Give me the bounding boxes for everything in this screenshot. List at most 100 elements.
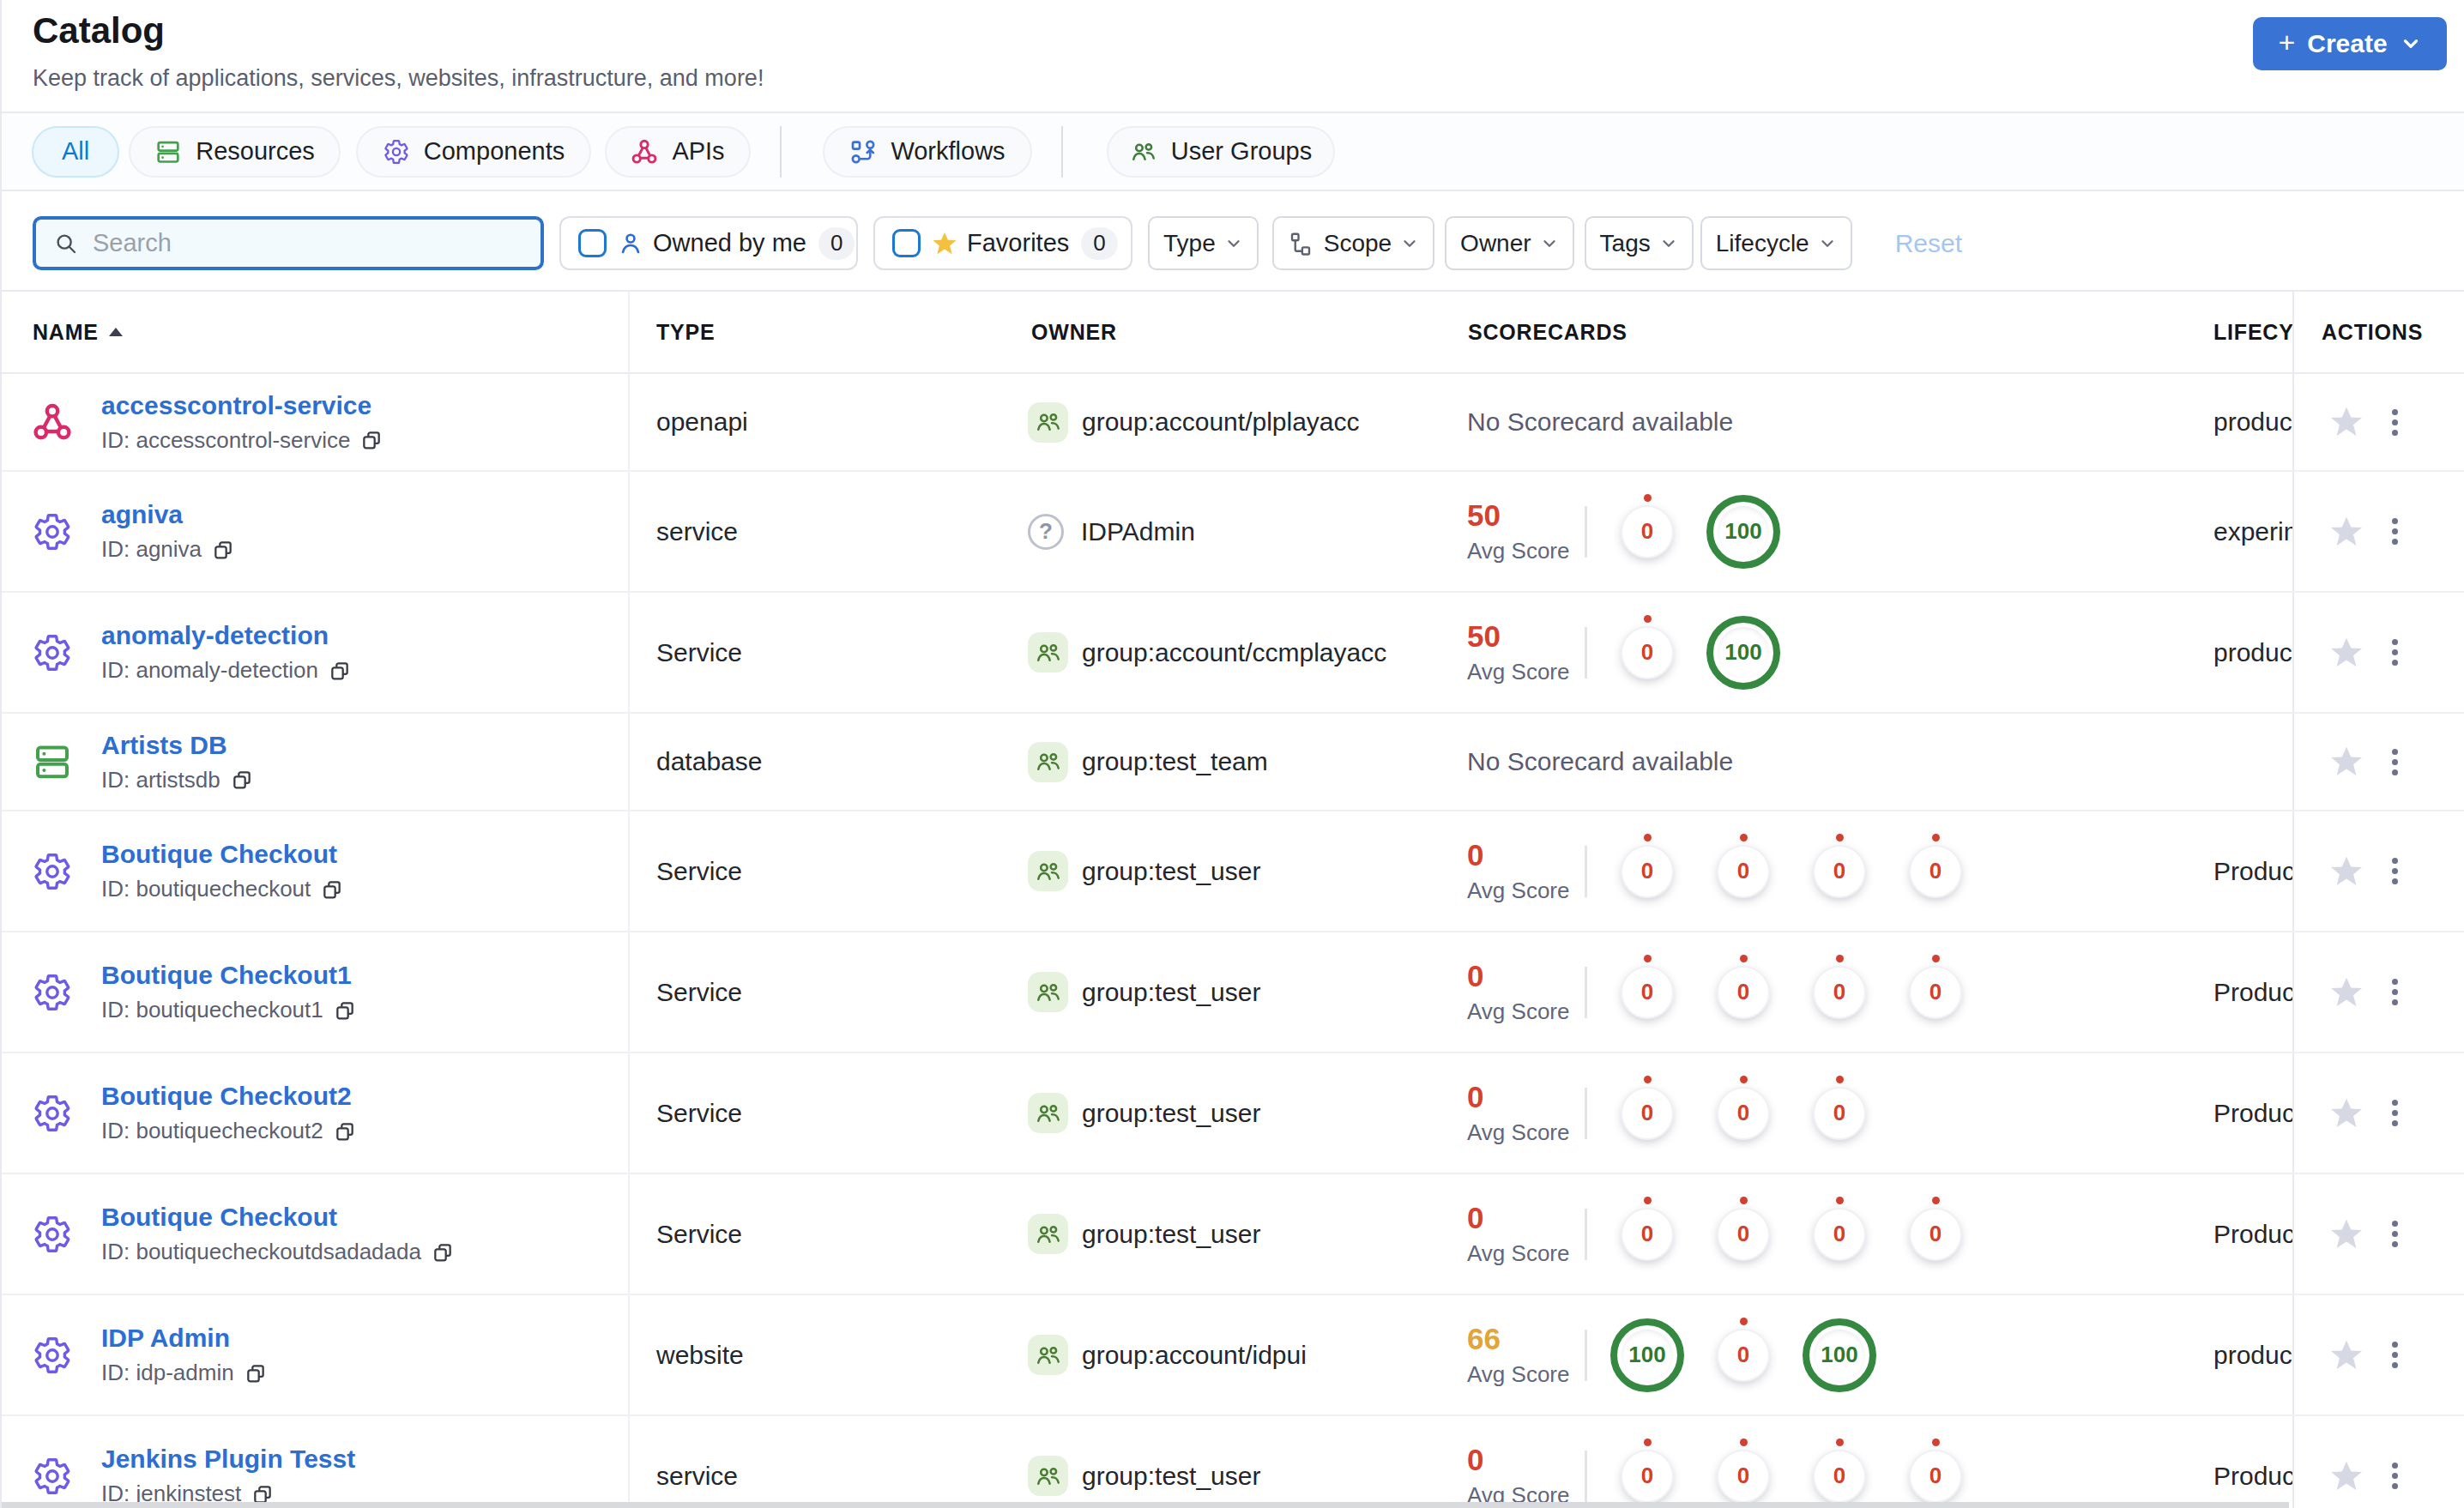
entity-name-link[interactable]: agniva xyxy=(101,500,234,528)
favorite-star-icon[interactable] xyxy=(2328,1458,2364,1494)
scorecard-badge-fail[interactable]: 0 xyxy=(1718,1089,1768,1138)
table-row[interactable]: Boutique CheckoutID: boutiquecheckoutdsa… xyxy=(2,1174,2464,1295)
more-options-icon[interactable] xyxy=(2389,406,2401,439)
tab-all[interactable]: All xyxy=(32,126,119,178)
scorecard-badge-fail[interactable]: 0 xyxy=(1718,1330,1768,1380)
table-row[interactable]: Boutique Checkout2ID: boutiquecheckout2S… xyxy=(2,1053,2464,1174)
more-options-icon[interactable] xyxy=(2389,1096,2401,1130)
tab-apis[interactable]: APIs xyxy=(605,126,751,178)
scorecard-badge-fail[interactable]: 0 xyxy=(1622,507,1672,557)
column-header-type[interactable]: TYPE xyxy=(630,292,1014,372)
more-options-icon[interactable] xyxy=(2389,975,2401,1009)
scorecard-badge-fail[interactable]: 0 xyxy=(1911,968,1960,1017)
scorecard-badge-fail[interactable]: 0 xyxy=(1815,968,1864,1017)
owned-by-me-filter-checkbox[interactable] xyxy=(578,229,607,257)
more-options-icon[interactable] xyxy=(2389,745,2401,779)
copy-icon[interactable] xyxy=(334,1120,356,1143)
scorecard-badge-fail[interactable]: 0 xyxy=(1622,847,1672,896)
tab-workflows[interactable]: Workflows xyxy=(823,126,1032,178)
entity-name-link[interactable]: Boutique Checkout xyxy=(101,1203,454,1231)
column-header-owner[interactable]: OWNER xyxy=(1014,292,1460,372)
scorecard-badge-fail[interactable]: 0 xyxy=(1622,628,1672,678)
copy-icon[interactable] xyxy=(231,769,253,791)
entity-name-link[interactable]: Jenkins Plugin Tesst xyxy=(101,1445,355,1473)
create-button[interactable]: + Create xyxy=(2253,17,2447,70)
more-options-icon[interactable] xyxy=(2389,515,2401,548)
search-input[interactable] xyxy=(33,216,544,270)
entity-name-link[interactable]: Boutique Checkout xyxy=(101,840,343,868)
owner-dropdown[interactable]: Owner xyxy=(1445,216,1573,270)
copy-icon[interactable] xyxy=(321,878,343,901)
entity-name-link[interactable]: Boutique Checkout1 xyxy=(101,961,356,989)
favorite-star-icon[interactable] xyxy=(2328,1337,2364,1373)
table-row[interactable]: accesscontrol-serviceID: accesscontrol-s… xyxy=(2,374,2464,472)
favorite-star-icon[interactable] xyxy=(2328,404,2364,440)
tab-resources[interactable]: Resources xyxy=(129,126,341,178)
scorecard-badge-fail[interactable]: 0 xyxy=(1718,1209,1768,1259)
column-header-scorecards[interactable]: SCORECARDS xyxy=(1460,292,2205,372)
more-options-icon[interactable] xyxy=(2389,1459,2401,1493)
copy-icon[interactable] xyxy=(360,429,383,451)
copy-icon[interactable] xyxy=(329,660,351,682)
entity-name-link[interactable]: IDP Admin xyxy=(101,1324,267,1352)
scorecard-badge-fail[interactable]: 0 xyxy=(1622,1089,1672,1138)
favorite-star-icon[interactable] xyxy=(2328,1095,2364,1131)
copy-icon[interactable] xyxy=(212,539,234,561)
scorecard-badge-fail[interactable]: 0 xyxy=(1911,847,1960,896)
entity-name-link[interactable]: accesscontrol-service xyxy=(101,391,383,419)
tab-components[interactable]: Components xyxy=(356,126,591,178)
column-header-name[interactable]: NAME xyxy=(2,292,630,372)
copy-icon[interactable] xyxy=(432,1241,454,1264)
entity-name-link[interactable]: Boutique Checkout2 xyxy=(101,1082,356,1110)
scorecard-badge-fail[interactable]: 0 xyxy=(1815,847,1864,896)
scorecard-badge-fail[interactable]: 0 xyxy=(1622,1209,1672,1259)
table-row[interactable]: Artists DBID: artistsdbdatabasegroup:tes… xyxy=(2,714,2464,811)
entity-name-link[interactable]: Artists DB xyxy=(101,731,253,759)
copy-icon[interactable] xyxy=(334,999,356,1022)
more-options-icon[interactable] xyxy=(2389,636,2401,669)
more-options-icon[interactable] xyxy=(2389,1217,2401,1251)
lifecycle-dropdown[interactable]: Lifecycle xyxy=(1700,216,1852,270)
row-actions xyxy=(2292,714,2464,810)
scorecard-badge-fail[interactable]: 0 xyxy=(1911,1209,1960,1259)
table-row[interactable]: Boutique Checkout1ID: boutiquecheckout1S… xyxy=(2,932,2464,1053)
scope-dropdown[interactable]: Scope xyxy=(1272,216,1434,270)
favorite-star-icon[interactable] xyxy=(2328,514,2364,550)
copy-icon[interactable] xyxy=(245,1362,267,1384)
table-row[interactable]: anomaly-detectionID: anomaly-detectionSe… xyxy=(2,593,2464,714)
tab-user-groups[interactable]: User Groups xyxy=(1107,126,1335,178)
scorecard-badge-fail[interactable]: 0 xyxy=(1718,1451,1768,1501)
favorite-star-icon[interactable] xyxy=(2328,974,2364,1010)
scorecard-badge-fail[interactable]: 0 xyxy=(1815,1209,1864,1259)
scorecard-badge-fail[interactable]: 0 xyxy=(1622,1451,1672,1501)
scorecard-badge-fail[interactable]: 0 xyxy=(1815,1089,1864,1138)
scorecard-badge-pass[interactable]: 100 xyxy=(1706,495,1780,569)
favorite-star-icon[interactable] xyxy=(2328,1216,2364,1252)
search-field[interactable] xyxy=(93,229,522,257)
scorecard-badge-fail[interactable]: 0 xyxy=(1911,1451,1960,1501)
table-row[interactable]: agnivaID: agnivaservice?IDPAdmin50Avg Sc… xyxy=(2,472,2464,593)
favorite-star-icon[interactable] xyxy=(2328,744,2364,780)
more-options-icon[interactable] xyxy=(2389,854,2401,888)
scorecard-badge-fail[interactable]: 0 xyxy=(1622,968,1672,1017)
favorite-star-icon[interactable] xyxy=(2328,854,2364,890)
favorites-filter[interactable]: Favorites0 xyxy=(873,216,1132,270)
table-row[interactable]: IDP AdminID: idp-adminwebsitegroup:accou… xyxy=(2,1295,2464,1416)
entity-name-link[interactable]: anomaly-detection xyxy=(101,621,351,649)
tags-dropdown[interactable]: Tags xyxy=(1585,216,1694,270)
favorites-filter-checkbox[interactable] xyxy=(892,229,921,257)
type-dropdown[interactable]: Type xyxy=(1148,216,1259,270)
reset-filters-button[interactable]: Reset xyxy=(1895,229,1962,258)
horizontal-scrollbar[interactable] xyxy=(2,1502,2289,1508)
table-row[interactable]: Jenkins Plugin TesstID: jenkinstestservi… xyxy=(2,1416,2464,1508)
scorecard-badge-pass[interactable]: 100 xyxy=(1610,1318,1684,1392)
favorite-star-icon[interactable] xyxy=(2328,635,2364,671)
scorecard-badge-pass[interactable]: 100 xyxy=(1706,616,1780,690)
scorecard-badge-fail[interactable]: 0 xyxy=(1718,847,1768,896)
scorecard-badge-fail[interactable]: 0 xyxy=(1718,968,1768,1017)
more-options-icon[interactable] xyxy=(2389,1338,2401,1372)
owned-by-me-filter[interactable]: Owned by me0 xyxy=(559,216,858,270)
scorecard-badge-fail[interactable]: 0 xyxy=(1815,1451,1864,1501)
scorecard-badge-pass[interactable]: 100 xyxy=(1803,1318,1876,1392)
table-row[interactable]: Boutique CheckoutID: boutiquecheckoutSer… xyxy=(2,811,2464,932)
